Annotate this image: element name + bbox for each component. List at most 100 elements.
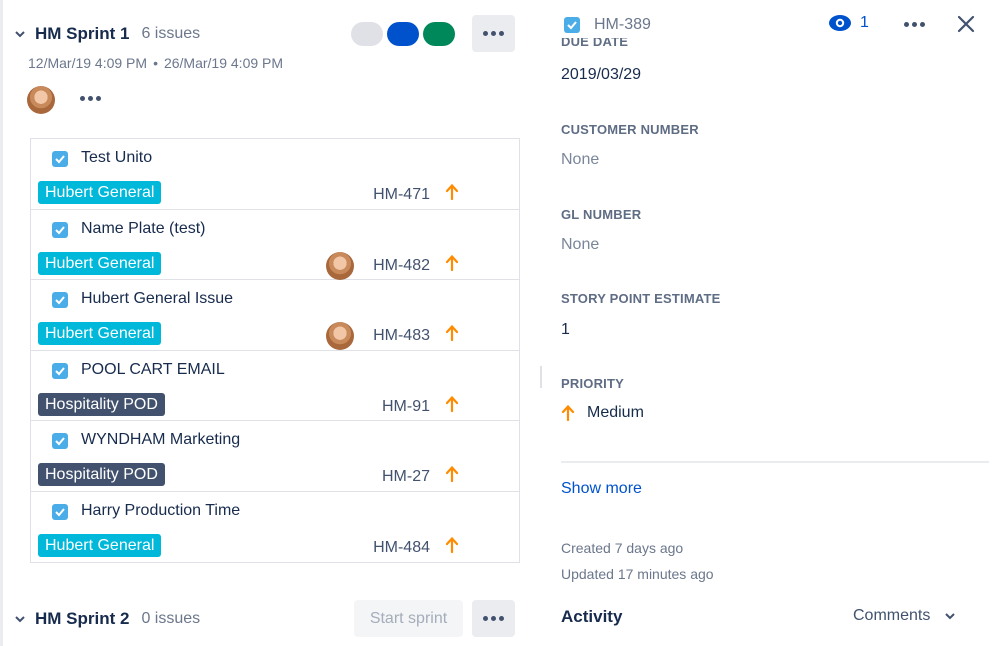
more-dot xyxy=(483,616,488,621)
start-sprint-button[interactable]: Start sprint xyxy=(354,600,463,637)
task-type-icon xyxy=(52,362,68,379)
issue-summary: Name Plate (test) xyxy=(81,219,206,237)
sprint-2-more-button[interactable] xyxy=(472,600,515,637)
sprint-start-date: 12/Mar/19 4:09 PM xyxy=(28,55,148,71)
assignees-more-button[interactable] xyxy=(80,96,101,101)
issue-row[interactable]: Hubert General Issue Hubert General HM-4… xyxy=(31,280,519,351)
priority-label: PRIORITY xyxy=(561,376,624,391)
assignee-avatar[interactable] xyxy=(326,322,354,350)
priority-medium-icon xyxy=(445,536,459,553)
detail-more-button[interactable] xyxy=(904,22,925,27)
customer-number-label: CUSTOMER NUMBER xyxy=(561,122,699,137)
issue-summary: POOL CART EMAIL xyxy=(81,360,225,378)
sprint-2-header[interactable]: HM Sprint 2 0 issues xyxy=(13,609,200,629)
chevron-down-icon[interactable] xyxy=(13,27,27,41)
sprint-1-issue-count: 6 issues xyxy=(141,25,201,42)
issue-list: Test Unito Hubert General HM-471 Name Pl… xyxy=(30,138,520,563)
watcher-count: 1 xyxy=(860,14,869,31)
due-date-label: DUE DATE xyxy=(561,38,629,49)
task-type-icon xyxy=(52,221,68,238)
more-dot xyxy=(904,22,909,27)
issue-key[interactable]: HM-91 xyxy=(382,398,430,416)
customer-number-value[interactable]: None xyxy=(561,151,599,169)
priority-field[interactable]: Medium xyxy=(561,404,644,422)
sprint-1-name: HM Sprint 1 xyxy=(35,24,130,43)
sprint-1-dates: 12/Mar/19 4:09 PM • 26/Mar/19 4:09 PM xyxy=(28,55,283,71)
gl-number-label: GL NUMBER xyxy=(561,207,642,222)
issue-row[interactable]: Test Unito Hubert General HM-471 xyxy=(31,139,519,210)
task-type-icon xyxy=(564,17,580,33)
divider xyxy=(561,461,989,463)
task-type-icon xyxy=(52,433,68,449)
issue-summary: Test Unito xyxy=(81,149,153,166)
activity-filter-dropdown[interactable]: Comments xyxy=(853,607,956,625)
story-point-value[interactable]: 1 xyxy=(561,321,570,339)
issue-label[interactable]: Hospitality POD xyxy=(38,392,165,416)
avatar[interactable] xyxy=(27,86,55,114)
chevron-down-icon xyxy=(945,613,956,620)
more-dot xyxy=(912,22,917,27)
date-separator: • xyxy=(153,55,158,71)
issue-key-link[interactable]: HM-389 xyxy=(594,16,651,34)
sprint-end-date: 26/Mar/19 4:09 PM xyxy=(163,55,284,71)
sprint-1-header[interactable]: HM Sprint 1 6 issues xyxy=(13,24,200,44)
priority-medium-icon xyxy=(445,183,459,201)
priority-medium-icon xyxy=(445,254,459,271)
more-dot xyxy=(80,96,85,101)
activity-heading: Activity xyxy=(561,607,623,626)
priority-medium-icon xyxy=(445,324,459,342)
watch-button[interactable]: 1 xyxy=(828,14,869,32)
issue-label[interactable]: Hubert General xyxy=(38,322,162,345)
issue-label[interactable]: Hubert General xyxy=(38,181,162,204)
due-date-label-clip: DUE DATE xyxy=(561,38,861,51)
issue-row[interactable]: WYNDHAM Marketing Hospitality POD HM-27 xyxy=(31,421,519,492)
issue-detail-panel: HM-389 1 DUE DATE 2019/03/29 CUSTOMER NU… xyxy=(540,0,999,646)
issue-label[interactable]: Hubert General xyxy=(38,251,162,275)
issue-summary: Harry Production Time xyxy=(81,501,241,519)
more-dot xyxy=(499,616,504,621)
show-more-link[interactable]: Show more xyxy=(561,480,642,498)
priority-medium-icon xyxy=(445,395,459,412)
chevron-down-icon[interactable] xyxy=(13,612,27,626)
issue-summary: WYNDHAM Marketing xyxy=(81,431,241,448)
issue-key[interactable]: HM-483 xyxy=(373,327,430,345)
due-date-value[interactable]: 2019/03/29 xyxy=(561,66,641,84)
more-dot xyxy=(483,31,488,36)
backlog-panel: HM Sprint 1 6 issues 12/Mar/19 4:09 PM • 2… xyxy=(0,0,530,646)
assignee-avatar[interactable] xyxy=(326,251,354,280)
issue-key[interactable]: HM-482 xyxy=(373,257,430,275)
in-progress-status-pill xyxy=(387,22,419,46)
issue-key[interactable]: HM-471 xyxy=(373,186,430,204)
issue-key[interactable]: HM-27 xyxy=(382,468,430,486)
more-dot xyxy=(88,96,93,101)
priority-value: Medium xyxy=(587,404,644,421)
more-dot xyxy=(491,31,496,36)
activity-filter-label: Comments xyxy=(853,607,931,624)
story-point-label: STORY POINT ESTIMATE xyxy=(561,291,721,306)
issue-row[interactable]: Harry Production Time Hubert General HM-… xyxy=(31,492,519,563)
task-type-icon xyxy=(52,151,68,167)
priority-medium-icon xyxy=(561,404,575,422)
issue-key[interactable]: HM-484 xyxy=(373,539,430,557)
more-dot xyxy=(491,616,496,621)
sprint-2-issue-count: 0 issues xyxy=(141,610,201,627)
todo-status-pill xyxy=(351,22,383,46)
issue-label[interactable]: Hubert General xyxy=(38,533,162,557)
sprint-2-name: HM Sprint 2 xyxy=(35,609,130,628)
created-timestamp: Created 7 days ago xyxy=(561,540,684,556)
issue-row[interactable]: Name Plate (test) Hubert General HM-482 xyxy=(31,210,519,280)
updated-timestamp: Updated 17 minutes ago xyxy=(561,566,714,582)
eye-icon xyxy=(829,15,851,31)
more-dot xyxy=(920,22,925,27)
priority-medium-icon xyxy=(445,465,459,483)
more-dot xyxy=(499,31,504,36)
issue-label[interactable]: Hospitality POD xyxy=(38,463,165,486)
sprint-1-more-button[interactable] xyxy=(472,15,515,52)
issue-row[interactable]: POOL CART EMAIL Hospitality POD HM-91 xyxy=(31,351,519,421)
gl-number-value[interactable]: None xyxy=(561,236,599,254)
close-icon[interactable] xyxy=(956,14,976,34)
issue-summary: Hubert General Issue xyxy=(81,290,234,307)
done-status-pill xyxy=(423,22,455,46)
task-type-icon xyxy=(52,292,68,308)
more-dot xyxy=(96,96,101,101)
